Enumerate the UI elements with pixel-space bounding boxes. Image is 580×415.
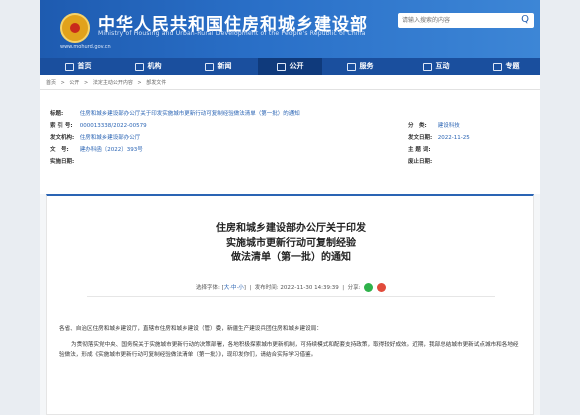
document-metadata: 标题: 住房和城乡建设部办公厅关于印发实施城市更新行动可复制经验做法清单（第一批…	[50, 104, 530, 184]
nav-label: 首页	[77, 62, 92, 70]
breadcrumb-separator: >	[137, 80, 142, 86]
nav-item-home[interactable]: 首页	[50, 58, 106, 75]
font-size-bracket: ]	[243, 285, 246, 291]
divider	[40, 89, 540, 90]
breadcrumb-statutory[interactable]: 法定主动公开内容	[93, 80, 133, 86]
meta-keywords-row: 主 题 词:	[408, 146, 436, 155]
meta-date-value: 2022-11-25	[437, 135, 470, 141]
interaction-icon	[422, 62, 432, 71]
site-header: 中华人民共和国住房和城乡建设部 Ministry of Housing and …	[40, 0, 540, 58]
nav-label: 机构	[147, 62, 162, 70]
nav-item-topic[interactable]: 专题	[478, 58, 534, 75]
meta-label: 分 类:	[408, 123, 427, 129]
breadcrumb-disclosure[interactable]: 公开	[69, 80, 79, 86]
meta-category-value: 建设科技	[437, 123, 460, 129]
topic-icon	[492, 62, 502, 71]
meta-label: 发文日期:	[408, 135, 433, 141]
nav-label: 公开	[289, 62, 304, 70]
nav-item-service[interactable]: 服务	[332, 58, 388, 75]
meta-label: 实施日期:	[50, 159, 75, 165]
site-url: www.mohurd.gov.cn	[60, 44, 111, 50]
weibo-share-icon[interactable]	[377, 283, 387, 292]
nav-label: 服务	[359, 62, 374, 70]
national-emblem-icon	[60, 13, 90, 43]
meta-date-row: 发文日期: 2022-11-25	[408, 134, 470, 143]
nav-item-news[interactable]: 新闻	[190, 58, 246, 75]
meta-index-row: 索 引 号: 000013338/2022-00579	[50, 122, 147, 131]
nav-label: 互动	[435, 62, 450, 70]
article-title-line: 做法清单（第一批）的通知	[231, 252, 351, 263]
meta-category-row: 分 类: 建设科技	[408, 122, 460, 131]
font-size-large-link[interactable]: 大	[224, 285, 230, 291]
breadcrumb-home[interactable]: 首页	[46, 80, 56, 86]
meta-expire-row: 废止日期:	[408, 158, 436, 167]
nav-label: 新闻	[217, 62, 232, 70]
breadcrumb-separator: >	[60, 80, 65, 86]
meta-index-value: 000013338/2022-00579	[79, 123, 147, 129]
breadcrumb: 首页 > 公开 > 法定主动公开内容 > 部发文件	[46, 79, 169, 86]
article-card: 住房和城乡建设部办公厅关于印发 实施城市更新行动可复制经验 做法清单（第一批）的…	[46, 194, 534, 415]
news-icon	[204, 62, 214, 71]
page-frame: 中华人民共和国住房和城乡建设部 Ministry of Housing and …	[40, 0, 540, 415]
article-body: 各省、自治区住房和城乡建设厅，直辖市住房和城乡建设（管）委，新疆生产建设兵团住房…	[59, 324, 523, 366]
meta-subject-row: 标题: 住房和城乡建设部办公厅关于印发实施城市更新行动可复制经验做法清单（第一批…	[50, 110, 300, 119]
nav-label: 专题	[505, 62, 520, 70]
share-label: 分享:	[347, 285, 361, 291]
meta-docno-value: 建办科函〔2022〕393号	[79, 147, 143, 153]
article-toolbar: 选择字体: [大·中·小] | 发布时间: 2022-11-30 14:39:3…	[47, 283, 535, 292]
meta-subject-value: 住房和城乡建设部办公厅关于印发实施城市更新行动可复制经验做法清单（第一批）的通知	[79, 111, 300, 117]
home-icon	[64, 62, 74, 71]
service-icon	[346, 62, 356, 71]
meta-label: 发文机构:	[50, 135, 75, 141]
site-subtitle: Ministry of Housing and Urban-Rural Deve…	[98, 30, 366, 37]
nav-item-organization[interactable]: 机构	[120, 58, 176, 75]
search-input[interactable]	[402, 15, 512, 26]
wechat-share-icon[interactable]	[364, 283, 374, 292]
article-area: 住房和城乡建设部办公厅关于印发 实施城市更新行动可复制经验 做法清单（第一批）的…	[40, 194, 540, 415]
building-icon	[134, 62, 144, 71]
font-size-medium-link[interactable]: 中	[231, 285, 237, 291]
meta-label: 废止日期:	[408, 159, 433, 165]
meta-issuer-value: 住房和城乡建设部办公厅	[79, 135, 141, 141]
nav-item-interaction[interactable]: 互动	[408, 58, 464, 75]
meta-label: 文 号:	[50, 147, 69, 153]
article-title: 住房和城乡建设部办公厅关于印发 实施城市更新行动可复制经验 做法清单（第一批）的…	[47, 222, 535, 266]
divider	[87, 296, 495, 297]
meta-issuer-row: 发文机构: 住房和城乡建设部办公厅	[50, 134, 140, 143]
main-nav: 首页 机构 新闻 公开 服务 互动 专题	[40, 58, 540, 75]
nav-item-disclosure[interactable]: 公开	[258, 58, 322, 75]
article-paragraph: 各省、自治区住房和城乡建设厅，直辖市住房和城乡建设（管）委，新疆生产建设兵团住房…	[59, 326, 322, 332]
search-icon[interactable]: Q	[521, 14, 529, 26]
meta-label: 索 引 号:	[50, 123, 73, 129]
meta-docno-row: 文 号: 建办科函〔2022〕393号	[50, 146, 143, 155]
search-box: Q	[398, 13, 534, 28]
article-paragraph: 为贯彻落实党中央、国务院关于实施城市更新行动的决策部署，各地积极探索城市更新机制…	[59, 342, 519, 358]
meta-label: 标题:	[50, 111, 64, 117]
disclosure-icon	[276, 62, 286, 71]
meta-effective-row: 实施日期:	[50, 158, 78, 167]
meta-label: 主 题 词:	[408, 147, 431, 153]
breadcrumb-separator: >	[84, 80, 89, 86]
article-title-line: 实施城市更新行动可复制经验	[226, 237, 356, 249]
breadcrumb-documents[interactable]: 部发文件	[146, 80, 166, 86]
article-title-line: 住房和城乡建设部办公厅关于印发	[216, 223, 366, 234]
publish-time: 发布时间: 2022-11-30 14:39:39	[254, 285, 339, 291]
font-size-label: 选择字体: [	[195, 285, 224, 291]
